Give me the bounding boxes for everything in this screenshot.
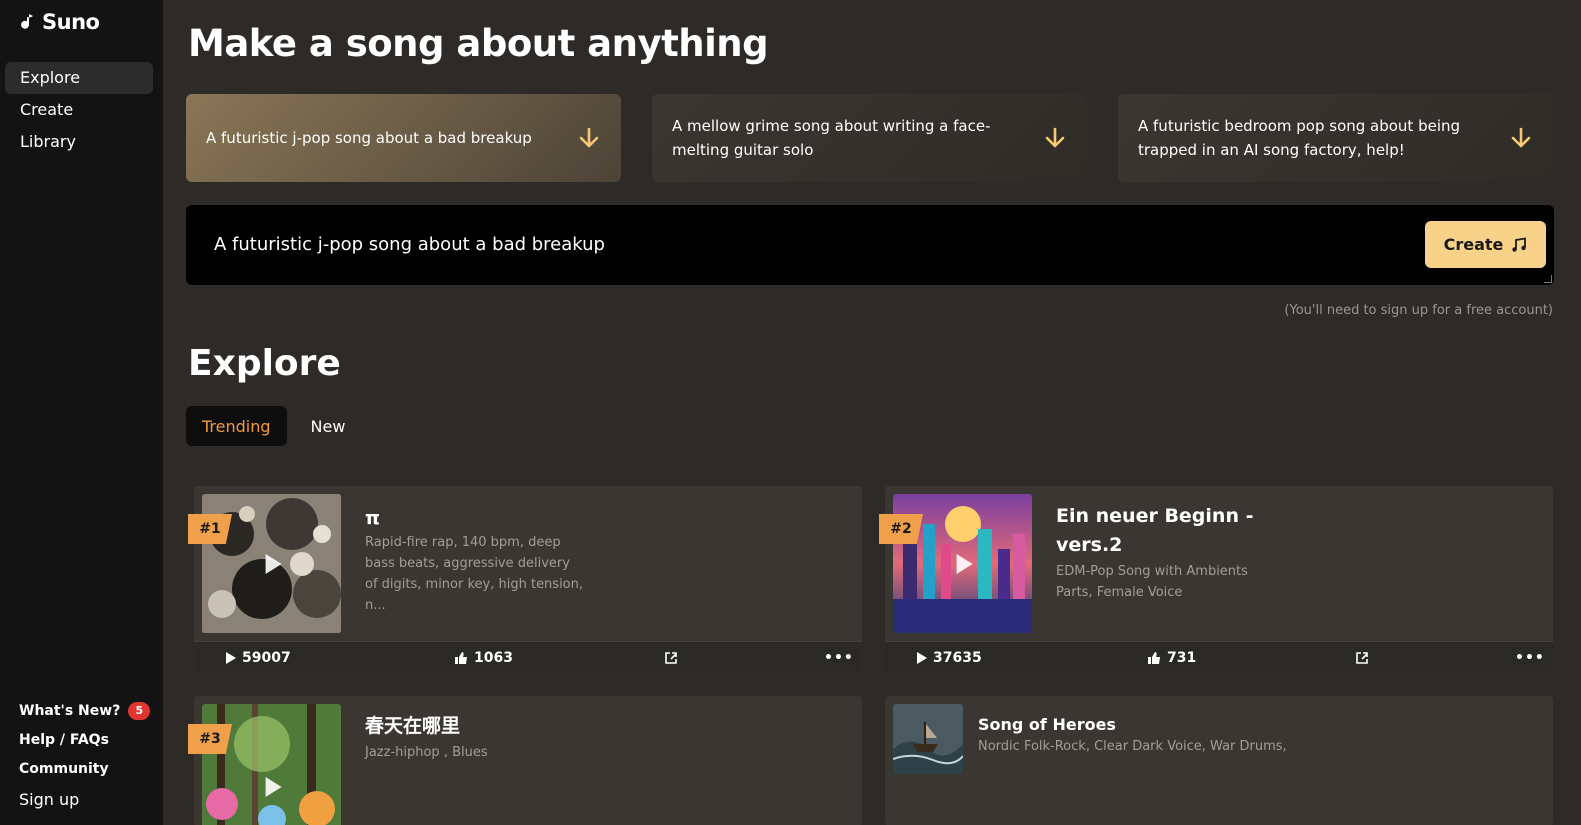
play-count[interactable]: 37635	[917, 650, 982, 666]
song-stats-bar: 59007 1063 •••	[194, 641, 862, 673]
arrow-down-icon	[1045, 127, 1065, 148]
song-description: Jazz-hiphop , Blues	[365, 745, 488, 760]
thumbs-up-icon	[1148, 651, 1160, 664]
share-icon	[665, 651, 677, 664]
play-icon	[226, 651, 236, 664]
main-content: Make a song about anything A futuristic …	[163, 0, 1581, 825]
suno-logo-icon	[21, 14, 33, 29]
prompt-suggestion-text: A futuristic bedroom pop song about bein…	[1138, 117, 1461, 159]
cover-art-graphic	[893, 704, 963, 774]
play-icon[interactable]	[956, 553, 973, 574]
tab-trending[interactable]: Trending	[186, 406, 287, 446]
suno-logo[interactable]: Suno	[18, 10, 100, 34]
play-icon[interactable]	[265, 553, 282, 574]
song-cover-image[interactable]	[893, 704, 963, 774]
song-title[interactable]: Song of Heroes	[978, 710, 1238, 739]
song-description: EDM-Pop Song with Ambients Parts, Female…	[1056, 564, 1248, 600]
whats-new-link[interactable]: What's New? 5	[19, 696, 151, 725]
sidebar-item-library[interactable]: Library	[5, 126, 153, 158]
share-button[interactable]	[664, 651, 678, 665]
create-button[interactable]: Create	[1425, 221, 1546, 268]
rank-badge: #2	[879, 514, 923, 544]
whats-new-label: What's New?	[19, 702, 121, 719]
song-title[interactable]: π	[365, 504, 625, 533]
like-count[interactable]: 731	[1147, 650, 1196, 666]
song-prompt-input[interactable]: A futuristic j-pop song about a bad brea…	[186, 205, 1554, 285]
song-stats-bar: 37635 731 •••	[885, 641, 1553, 673]
share-button[interactable]	[1355, 651, 1369, 665]
song-title[interactable]: 春天在哪里	[365, 712, 625, 741]
sidebar-item-explore[interactable]: Explore	[5, 62, 153, 94]
whats-new-count-badge: 5	[128, 701, 151, 720]
prompt-suggestion-2[interactable]: A mellow grime song about writing a face…	[652, 94, 1087, 182]
play-count-value: 37635	[933, 649, 982, 666]
like-count[interactable]: 1063	[454, 650, 513, 666]
play-icon[interactable]	[265, 777, 282, 798]
song-card[interactable]: #1 π Rapid-fire rap, 140 bpm, deep bass …	[188, 486, 862, 673]
like-count-value: 731	[1167, 649, 1197, 666]
arrow-down-icon	[1511, 127, 1531, 148]
rank-badge: #3	[188, 724, 232, 754]
song-card[interactable]: Song of Heroes Nordic Folk-Rock, Clear D…	[885, 696, 1553, 825]
song-card[interactable]: #2 Ein neuer Beginn - vers.2 EDM-Pop Son…	[879, 486, 1553, 673]
sidebar: Suno Explore Create Library What's New? …	[0, 0, 163, 825]
sidebar-item-create[interactable]: Create	[5, 94, 153, 126]
resize-handle[interactable]	[1544, 275, 1552, 283]
brand-name: Suno	[42, 10, 100, 34]
prompt-suggestion-3[interactable]: A futuristic bedroom pop song about bein…	[1118, 94, 1553, 182]
song-card[interactable]: #3 春天在哪里 Jazz-hiphop , Blues	[188, 696, 862, 825]
community-link[interactable]: Community	[19, 754, 150, 783]
prompt-suggestion-1[interactable]: A futuristic j-pop song about a bad brea…	[186, 94, 621, 182]
cover-art-graphic	[202, 704, 341, 825]
music-note-icon	[1512, 236, 1527, 252]
play-count[interactable]: 59007	[226, 650, 291, 666]
explore-tabs: Trending New	[186, 406, 361, 446]
like-count-value: 1063	[474, 649, 513, 666]
song-title[interactable]: Ein neuer Beginn - vers.2	[1056, 502, 1316, 560]
more-options-icon[interactable]: •••	[824, 650, 854, 666]
song-cover-image[interactable]	[202, 704, 341, 825]
song-description: Nordic Folk-Rock, Clear Dark Voice, War …	[978, 739, 1287, 754]
song-description: Rapid-fire rap, 140 bpm, deep bass beats…	[365, 535, 584, 613]
play-icon	[917, 651, 927, 664]
more-options-icon[interactable]: •••	[1515, 650, 1545, 666]
explore-heading: Explore	[188, 343, 341, 384]
signup-note: (You'll need to sign up for a free accou…	[1284, 303, 1553, 318]
sidebar-bottom-nav: What's New? 5 Help / FAQs Community Sign…	[19, 696, 151, 814]
sign-up-link[interactable]: Sign up	[19, 785, 150, 814]
share-icon	[1356, 651, 1368, 664]
sidebar-nav: Explore Create Library	[5, 62, 153, 158]
thumbs-up-icon	[455, 651, 467, 664]
tab-new[interactable]: New	[295, 406, 362, 446]
create-button-label: Create	[1443, 235, 1504, 254]
song-prompt-value: A futuristic j-pop song about a bad brea…	[214, 234, 605, 255]
prompt-suggestion-text: A futuristic j-pop song about a bad brea…	[206, 129, 532, 147]
arrow-down-icon	[579, 127, 599, 148]
page-title: Make a song about anything	[188, 22, 769, 65]
play-count-value: 59007	[242, 649, 291, 666]
prompt-suggestion-text: A mellow grime song about writing a face…	[672, 117, 991, 159]
rank-badge: #1	[188, 514, 232, 544]
help-faqs-link[interactable]: Help / FAQs	[19, 725, 150, 754]
